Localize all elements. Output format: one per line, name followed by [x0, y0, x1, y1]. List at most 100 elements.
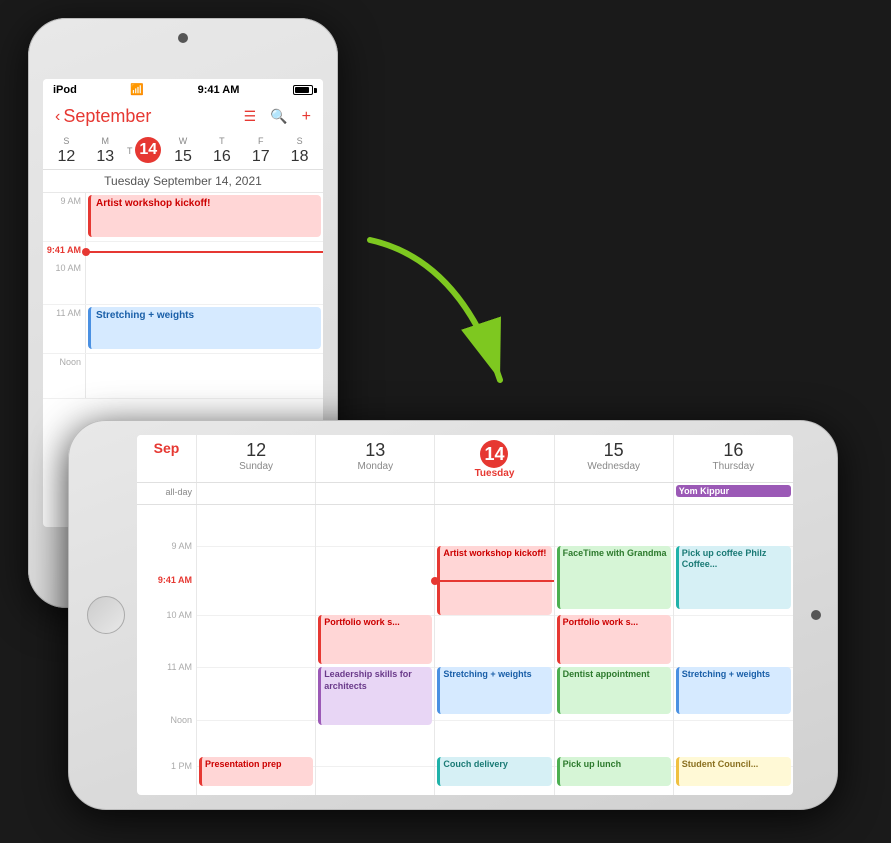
col-num-15: 15	[557, 440, 671, 461]
col-num-12: 12	[199, 440, 313, 461]
day-col-12: Presentation prep	[197, 505, 316, 795]
date-17[interactable]: 17	[241, 148, 280, 166]
now-line-container	[85, 242, 323, 260]
time-slot-10am: 10 AM	[43, 260, 323, 305]
event-dentist[interactable]: Dentist appointment	[557, 667, 671, 713]
col-head-16[interactable]: 16 Thursday	[674, 435, 793, 482]
week-calendar: Sep 12 Sunday 13 Monday 14 Tuesday	[137, 435, 793, 795]
event-portfolio-work-mon[interactable]: Portfolio work s...	[318, 615, 432, 664]
time-9am: 9 AM	[171, 541, 192, 551]
time-label-noon: Noon	[43, 354, 85, 398]
week-cell-wed[interactable]: W 15	[164, 135, 203, 167]
week-cell-thu[interactable]: T 16	[202, 135, 241, 167]
hour-line	[555, 720, 673, 721]
week-cell-sat[interactable]: S 18	[280, 135, 319, 167]
event-title: Pick up lunch	[563, 759, 622, 769]
event-artist-workshop[interactable]: Artist workshop kickoff!	[88, 195, 321, 237]
date-14-today[interactable]: 14	[135, 137, 161, 163]
event-stretching-thu[interactable]: Stretching + weights	[676, 667, 791, 713]
list-icon[interactable]: ☰	[244, 108, 257, 125]
all-day-cell-16: Yom Kippur	[674, 483, 793, 504]
arrow-illustration	[340, 220, 540, 420]
event-title: Leadership skills for architects	[324, 669, 412, 691]
month-label: September	[63, 106, 151, 127]
hour-line	[316, 546, 434, 547]
day-label-wed: W	[179, 136, 188, 146]
date-13[interactable]: 13	[86, 148, 125, 166]
event-leadership-skills[interactable]: Leadership skills for architects	[318, 667, 432, 725]
event-pickup-lunch[interactable]: Pick up lunch	[557, 757, 671, 786]
slot-content-10am	[85, 260, 323, 304]
month-navigation[interactable]: ‹ September	[55, 106, 151, 127]
hour-line	[197, 615, 315, 616]
col-head-13[interactable]: 13 Monday	[316, 435, 435, 482]
week-cell-mon[interactable]: M 13	[86, 135, 125, 167]
ipod-horizontal: Sep 12 Sunday 13 Monday 14 Tuesday	[68, 420, 838, 810]
col-num-13: 13	[318, 440, 432, 461]
hour-line	[435, 720, 553, 721]
status-bar: iPod 📶 9:41 AM	[43, 79, 323, 100]
col-head-15[interactable]: 15 Wednesday	[555, 435, 674, 482]
search-icon[interactable]: 🔍	[270, 108, 287, 125]
day-col-13: Portfolio work s... Leadership skills fo…	[316, 505, 435, 795]
all-day-row: all-day Yom Kippur	[137, 483, 793, 505]
day-col-16: Pick up coffee Philz Coffee... Stretchin…	[674, 505, 793, 795]
event-pickup-coffee[interactable]: Pick up coffee Philz Coffee...	[676, 546, 791, 610]
event-title: Student Council...	[682, 759, 759, 769]
hour-line	[197, 546, 315, 547]
time-noon: Noon	[170, 715, 192, 725]
event-stretching-tue[interactable]: Stretching + weights	[437, 667, 551, 713]
event-student-council[interactable]: Student Council...	[676, 757, 791, 786]
day-col-14: Artist workshop kickoff! Stretching + we…	[435, 505, 554, 795]
week-cell-tue[interactable]: T 14	[125, 135, 164, 167]
home-button-h[interactable]	[87, 596, 125, 634]
event-facetime-grandma[interactable]: FaceTime with Grandma	[557, 546, 671, 610]
date-12[interactable]: 12	[47, 148, 86, 166]
event-couch-delivery[interactable]: Couch delivery	[437, 757, 551, 786]
date-16[interactable]: 16	[202, 148, 241, 166]
hour-line	[197, 667, 315, 668]
week-cell-sun[interactable]: S 12	[47, 135, 86, 167]
event-title: FaceTime with Grandma	[563, 548, 667, 558]
event-title: Stretching + weights	[96, 310, 194, 321]
day-label-sat: S	[297, 136, 303, 146]
all-day-cell-13	[316, 483, 435, 504]
hour-line	[316, 766, 434, 767]
time-11am: 11 AM	[167, 662, 192, 672]
battery-icon	[293, 85, 313, 95]
col-month-sep: Sep	[154, 440, 180, 456]
event-stretching[interactable]: Stretching + weights	[88, 307, 321, 349]
event-title: Couch delivery	[443, 759, 508, 769]
event-yom-kippur[interactable]: Yom Kippur	[676, 485, 791, 497]
camera-h	[811, 610, 821, 620]
week-cell-fri[interactable]: F 17	[241, 135, 280, 167]
col-head-12[interactable]: 12 Sunday	[197, 435, 316, 482]
event-title: Yom Kippur	[679, 486, 729, 496]
date-18[interactable]: 18	[280, 148, 319, 166]
week-grid: 9 AM 9:41 AM 10 AM 11 AM Noon 1 PM	[137, 505, 793, 795]
add-icon[interactable]: +	[302, 108, 311, 126]
time-column: 9 AM 9:41 AM 10 AM 11 AM Noon 1 PM	[137, 505, 197, 795]
all-day-label: all-day	[137, 483, 197, 504]
col-day-wed: Wednesday	[557, 461, 671, 472]
col-num-16: 16	[676, 440, 791, 461]
day-label-sun: S	[63, 136, 69, 146]
event-title: Presentation prep	[205, 759, 282, 769]
col-day-sun: Sunday	[199, 461, 313, 472]
wifi-icon: 📶	[130, 83, 144, 96]
time-label-11am: 11 AM	[43, 305, 85, 353]
time-slot-9am: 9 AM Artist workshop kickoff!	[43, 193, 323, 242]
col-day-mon: Monday	[318, 461, 432, 472]
event-portfolio-work-wed[interactable]: Portfolio work s...	[557, 615, 671, 664]
time-label-10am: 10 AM	[43, 260, 85, 304]
now-row: 9:41 AM	[43, 242, 323, 260]
now-time-label: 9:41 AM	[43, 242, 85, 255]
time-label-9am: 9 AM	[43, 193, 85, 241]
back-chevron-icon[interactable]: ‹	[55, 108, 60, 126]
col-head-14[interactable]: 14 Tuesday	[435, 435, 554, 482]
all-day-cell-14	[435, 483, 554, 504]
date-15[interactable]: 15	[164, 148, 203, 166]
week-row: S 12 M 13 T 14 W 15 T 16	[43, 133, 323, 170]
event-presentation-prep[interactable]: Presentation prep	[199, 757, 313, 786]
col-day-tue: Tuesday	[437, 468, 551, 479]
